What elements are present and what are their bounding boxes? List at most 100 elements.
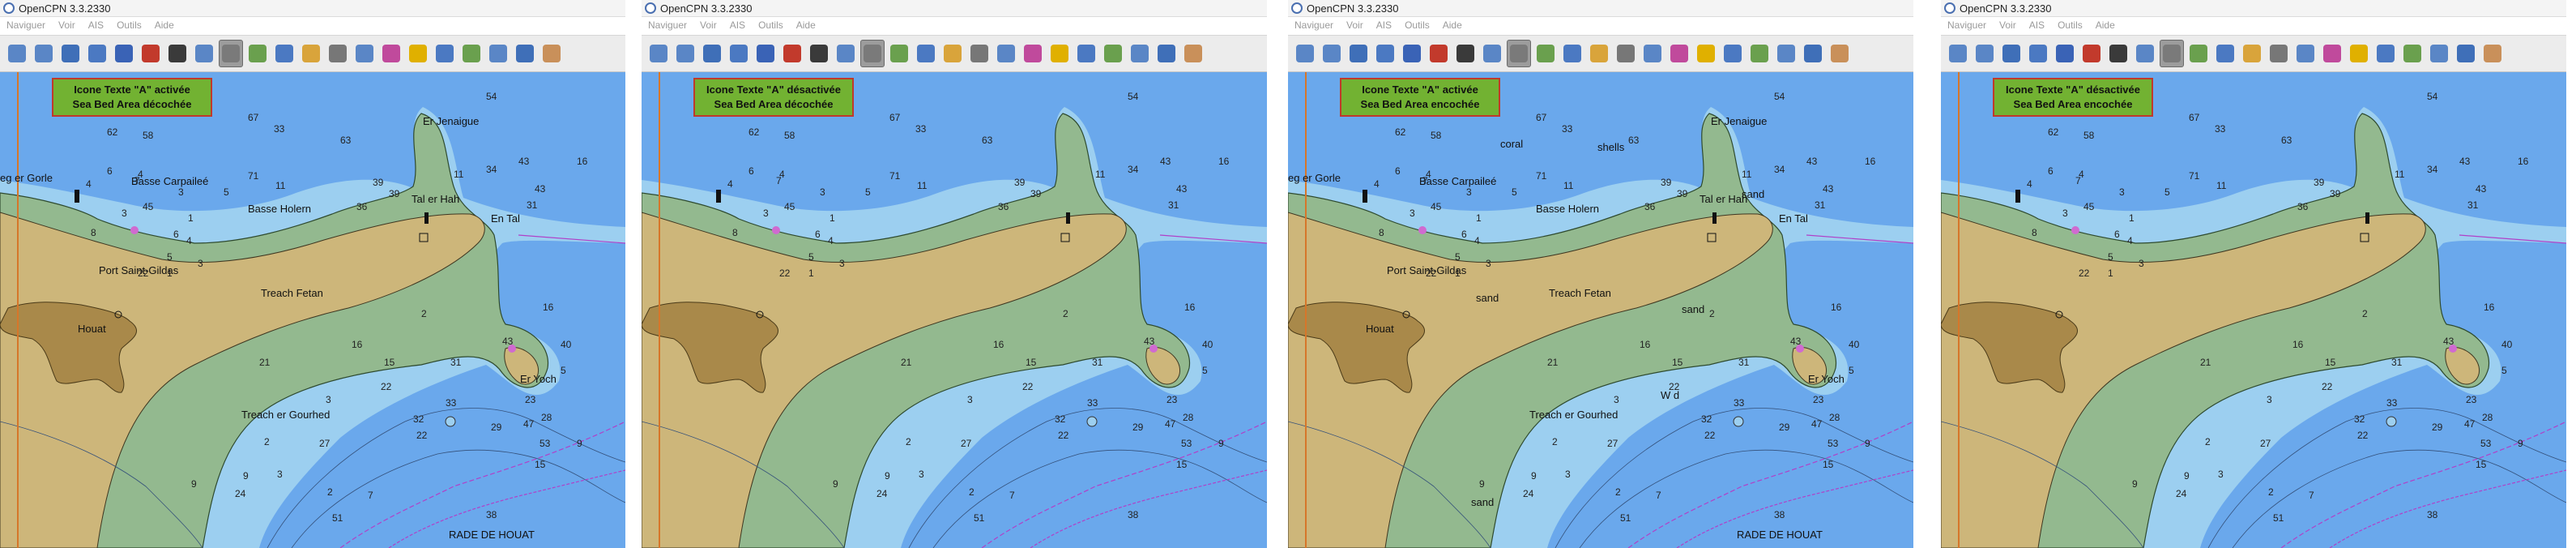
menu-item-naviguer[interactable]: Naviguer (642, 19, 693, 31)
text-toggle-button[interactable] (219, 40, 243, 67)
layers-button[interactable] (513, 40, 537, 67)
zoom-in-button[interactable] (1946, 40, 1970, 67)
chart-button[interactable] (1640, 40, 1665, 67)
zoom-in-button[interactable] (646, 40, 671, 67)
help-button[interactable] (2373, 40, 2398, 67)
nautical-chart[interactable] (1941, 72, 2566, 548)
nautical-chart[interactable] (642, 72, 1267, 548)
stop-button[interactable] (165, 40, 190, 67)
ship-button[interactable] (1427, 40, 1451, 67)
zoom-out-button[interactable] (32, 40, 56, 67)
zoom-out-button[interactable] (1320, 40, 1344, 67)
menu-item-ais[interactable]: AIS (82, 19, 110, 31)
scale-button[interactable] (58, 40, 83, 67)
scale-button[interactable] (1999, 40, 2024, 67)
menu-item-voir[interactable]: Voir (693, 19, 723, 31)
track-button[interactable] (2133, 40, 2157, 67)
color-button[interactable] (486, 40, 510, 67)
window-panel-1[interactable]: OpenCPN 3.3.2330 Naviguer Voir AIS Outils Aid… (0, 0, 625, 548)
mark-button[interactable] (2320, 40, 2344, 67)
print-button[interactable] (1614, 40, 1638, 67)
chart-quilt-button[interactable] (1373, 40, 1397, 67)
ais-button[interactable] (1101, 40, 1125, 67)
nautical-chart[interactable] (0, 72, 625, 548)
ship-button[interactable] (2079, 40, 2104, 67)
track-button[interactable] (192, 40, 216, 67)
text-toggle-button[interactable] (1507, 40, 1531, 67)
menu-item-aide[interactable]: Aide (1436, 19, 1469, 31)
chart-canvas[interactable] (642, 72, 1267, 548)
settings-button[interactable] (245, 40, 270, 67)
chart-quilt-button[interactable] (2026, 40, 2050, 67)
info-button[interactable] (540, 40, 564, 67)
chart-quilt-button[interactable] (85, 40, 109, 67)
current-button[interactable] (2240, 40, 2264, 67)
color-button[interactable] (2427, 40, 2451, 67)
tide-button[interactable] (914, 40, 938, 67)
tide-button[interactable] (2213, 40, 2237, 67)
tide-button[interactable] (1560, 40, 1584, 67)
menu-item-ais[interactable]: AIS (723, 19, 752, 31)
chart-canvas[interactable] (0, 72, 625, 548)
menu-item-voir[interactable]: Voir (1993, 19, 2023, 31)
gps-button[interactable] (406, 40, 430, 67)
print-button[interactable] (2267, 40, 2291, 67)
info-button[interactable] (2480, 40, 2505, 67)
color-button[interactable] (1128, 40, 1152, 67)
track-button[interactable] (1480, 40, 1504, 67)
ais-button[interactable] (459, 40, 484, 67)
ais-button[interactable] (1747, 40, 1772, 67)
chart-canvas[interactable] (1941, 72, 2566, 548)
scale-button[interactable] (1346, 40, 1371, 67)
menu-item-ais[interactable]: AIS (1370, 19, 1398, 31)
chart-button[interactable] (352, 40, 377, 67)
settings-button[interactable] (1533, 40, 1558, 67)
ship-button[interactable] (780, 40, 804, 67)
menu-item-outils[interactable]: Outils (110, 19, 148, 31)
ais-button[interactable] (2400, 40, 2425, 67)
route-button[interactable] (112, 40, 136, 67)
menu-item-voir[interactable]: Voir (1340, 19, 1370, 31)
menu-item-ais[interactable]: AIS (2023, 19, 2051, 31)
help-button[interactable] (1721, 40, 1745, 67)
ship-button[interactable] (139, 40, 163, 67)
info-button[interactable] (1828, 40, 1852, 67)
mark-button[interactable] (1667, 40, 1691, 67)
info-button[interactable] (1181, 40, 1205, 67)
menu-item-naviguer[interactable]: Naviguer (0, 19, 52, 31)
route-button[interactable] (753, 40, 778, 67)
layers-button[interactable] (2454, 40, 2478, 67)
settings-button[interactable] (2186, 40, 2211, 67)
menu-item-voir[interactable]: Voir (52, 19, 82, 31)
window-panel-3[interactable]: OpenCPN 3.3.2330 Naviguer Voir AIS Outils Aid… (1288, 0, 1913, 548)
layers-button[interactable] (1801, 40, 1825, 67)
route-button[interactable] (2053, 40, 2077, 67)
route-button[interactable] (1400, 40, 1424, 67)
window-panel-2[interactable]: OpenCPN 3.3.2330 Naviguer Voir AIS Outils Aid… (642, 0, 1267, 548)
menu-item-outils[interactable]: Outils (2051, 19, 2089, 31)
print-button[interactable] (967, 40, 992, 67)
layers-button[interactable] (1154, 40, 1179, 67)
stop-button[interactable] (807, 40, 831, 67)
scale-button[interactable] (700, 40, 724, 67)
text-toggle-button[interactable] (860, 40, 885, 67)
chart-button[interactable] (2293, 40, 2318, 67)
color-button[interactable] (1774, 40, 1798, 67)
window-panel-4[interactable]: OpenCPN 3.3.2330 Naviguer Voir AIS Outils Aid… (1941, 0, 2566, 548)
gps-button[interactable] (1694, 40, 1718, 67)
current-button[interactable] (940, 40, 965, 67)
menu-item-outils[interactable]: Outils (752, 19, 790, 31)
menu-item-aide[interactable]: Aide (790, 19, 822, 31)
current-button[interactable] (299, 40, 323, 67)
zoom-out-button[interactable] (1973, 40, 1997, 67)
track-button[interactable] (834, 40, 858, 67)
menu-item-aide[interactable]: Aide (2089, 19, 2122, 31)
current-button[interactable] (1587, 40, 1611, 67)
chart-button[interactable] (994, 40, 1018, 67)
stop-button[interactable] (1453, 40, 1478, 67)
menu-item-naviguer[interactable]: Naviguer (1288, 19, 1340, 31)
chart-quilt-button[interactable] (727, 40, 751, 67)
settings-button[interactable] (887, 40, 911, 67)
help-button[interactable] (1074, 40, 1098, 67)
tide-button[interactable] (272, 40, 296, 67)
